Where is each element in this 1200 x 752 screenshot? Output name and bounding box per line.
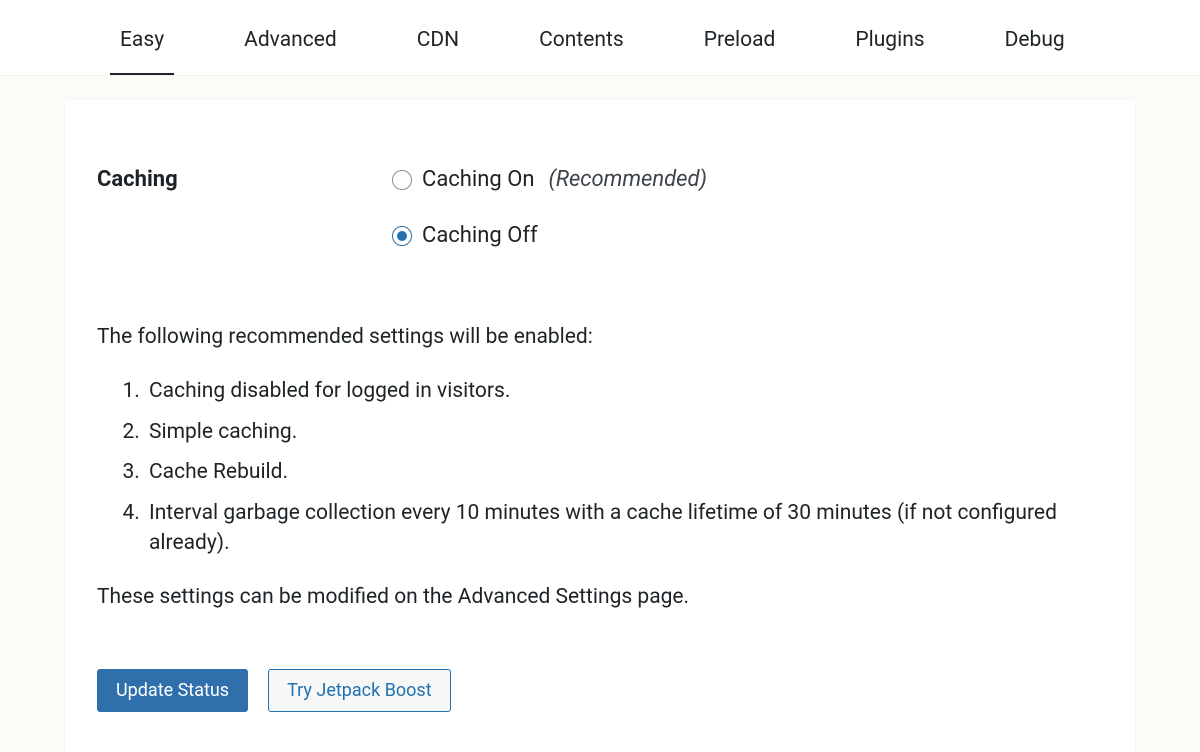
list-item: Interval garbage collection every 10 min… [145,498,1103,559]
tab-plugins[interactable]: Plugins [855,25,924,75]
tab-preload[interactable]: Preload [704,25,776,75]
tab-advanced[interactable]: Advanced [244,25,337,75]
intro-text: The following recommended settings will … [97,322,1103,352]
settings-tabbar: Easy Advanced CDN Contents Preload Plugi… [0,0,1200,76]
caching-row: Caching Caching On (Recommended) Caching… [97,164,1103,252]
section-title-caching: Caching [97,164,392,196]
radio-caching-off[interactable]: Caching Off [392,220,707,252]
list-item: Simple caching. [145,417,1103,447]
recommended-settings-list: Caching disabled for logged in visitors.… [145,376,1103,558]
outro-text: These settings can be modified on the Ad… [97,582,1103,612]
list-item: Cache Rebuild. [145,457,1103,487]
try-jetpack-boost-button[interactable]: Try Jetpack Boost [268,669,451,713]
radio-note-on: (Recommended) [549,164,707,196]
recommended-settings-description: The following recommended settings will … [97,322,1103,613]
radio-label-on: Caching On [422,164,535,196]
tab-contents[interactable]: Contents [539,25,624,75]
radio-caching-on[interactable]: Caching On (Recommended) [392,164,707,196]
tab-cdn[interactable]: CDN [417,25,459,75]
radio-indicator-off [392,226,412,246]
panel-wrap: Caching Caching On (Recommended) Caching… [0,76,1200,752]
radio-indicator-on [392,170,412,190]
update-status-button[interactable]: Update Status [97,669,248,713]
tab-debug[interactable]: Debug [1005,25,1065,75]
list-item: Caching disabled for logged in visitors. [145,376,1103,406]
tab-easy[interactable]: Easy [120,25,164,75]
caching-radio-group: Caching On (Recommended) Caching Off [392,164,707,252]
radio-label-off: Caching Off [422,220,538,252]
action-buttons: Update Status Try Jetpack Boost [97,669,1103,713]
easy-settings-panel: Caching Caching On (Recommended) Caching… [65,100,1135,752]
